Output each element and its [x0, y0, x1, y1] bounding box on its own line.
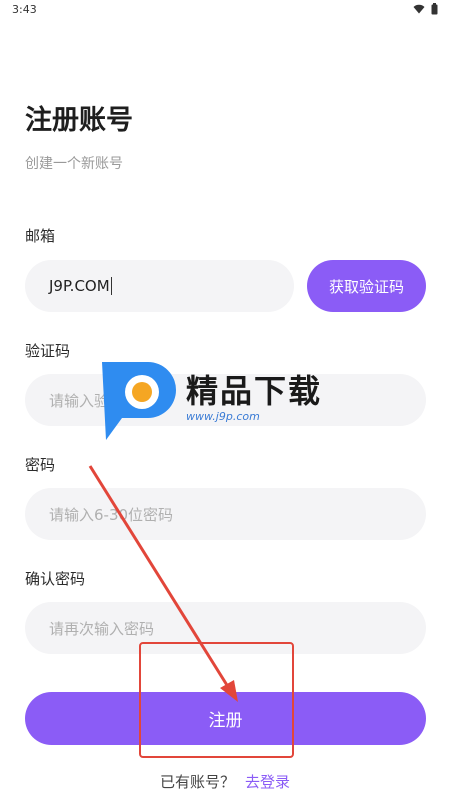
- login-prompt: 已有账号？: [159, 773, 235, 791]
- password-field[interactable]: 请输入6-30位密码: [25, 488, 426, 540]
- wifi-icon: [413, 4, 425, 14]
- confirm-password-label: 确认密码: [25, 570, 86, 588]
- status-time: 3:43: [12, 3, 37, 16]
- status-bar: 3:43: [0, 0, 450, 22]
- login-link[interactable]: 去登录: [245, 773, 290, 791]
- login-row: 已有账号？ 去登录: [0, 771, 450, 792]
- confirm-password-placeholder: 请再次输入密码: [49, 619, 155, 638]
- email-label: 邮箱: [25, 227, 56, 245]
- watermark: 精品下载 www.j9p.com: [98, 360, 358, 440]
- watermark-logo-icon: [102, 362, 176, 440]
- email-value: J9P.COM: [49, 277, 110, 295]
- battery-icon: [431, 3, 438, 15]
- text-cursor: [110, 277, 112, 295]
- email-field[interactable]: J9P.COM: [25, 260, 294, 312]
- page-subtitle: 创建一个新账号: [25, 156, 123, 172]
- code-label: 验证码: [25, 342, 71, 360]
- password-placeholder: 请输入6-30位密码: [49, 505, 174, 524]
- watermark-url: www.j9p.com: [186, 410, 260, 423]
- page-title: 注册账号: [25, 105, 133, 136]
- status-icons: [413, 3, 438, 15]
- password-label: 密码: [25, 456, 56, 474]
- annotation-highlight-box: [139, 642, 294, 758]
- watermark-name: 精品下载: [186, 372, 323, 410]
- get-code-button[interactable]: 获取验证码: [307, 260, 426, 312]
